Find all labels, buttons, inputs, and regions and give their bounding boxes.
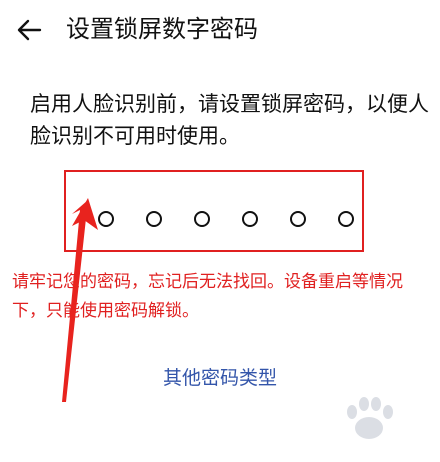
intro-text: 启用人脸识别前，请设置锁屏密码，以便人脸识别不可用时使用。 [30, 92, 429, 148]
pin-dot [290, 211, 306, 227]
pin-dot [242, 211, 258, 227]
pin-dot [98, 211, 114, 227]
warning-text: 请牢记您的密码，忘记后无法找回。设备重启等情况下，只能使用密码解锁。 [12, 272, 403, 321]
paw-watermark-icon [347, 397, 393, 439]
pin-dot [338, 211, 354, 227]
top-bar: 设置锁屏数字密码 [0, 0, 440, 60]
pin-dot [194, 211, 210, 227]
pin-dot [146, 211, 162, 227]
arrow-left-icon[interactable] [14, 14, 46, 46]
page-title: 设置锁屏数字密码 [66, 15, 258, 43]
other-password-type-link[interactable]: 其他密码类型 [0, 364, 440, 392]
